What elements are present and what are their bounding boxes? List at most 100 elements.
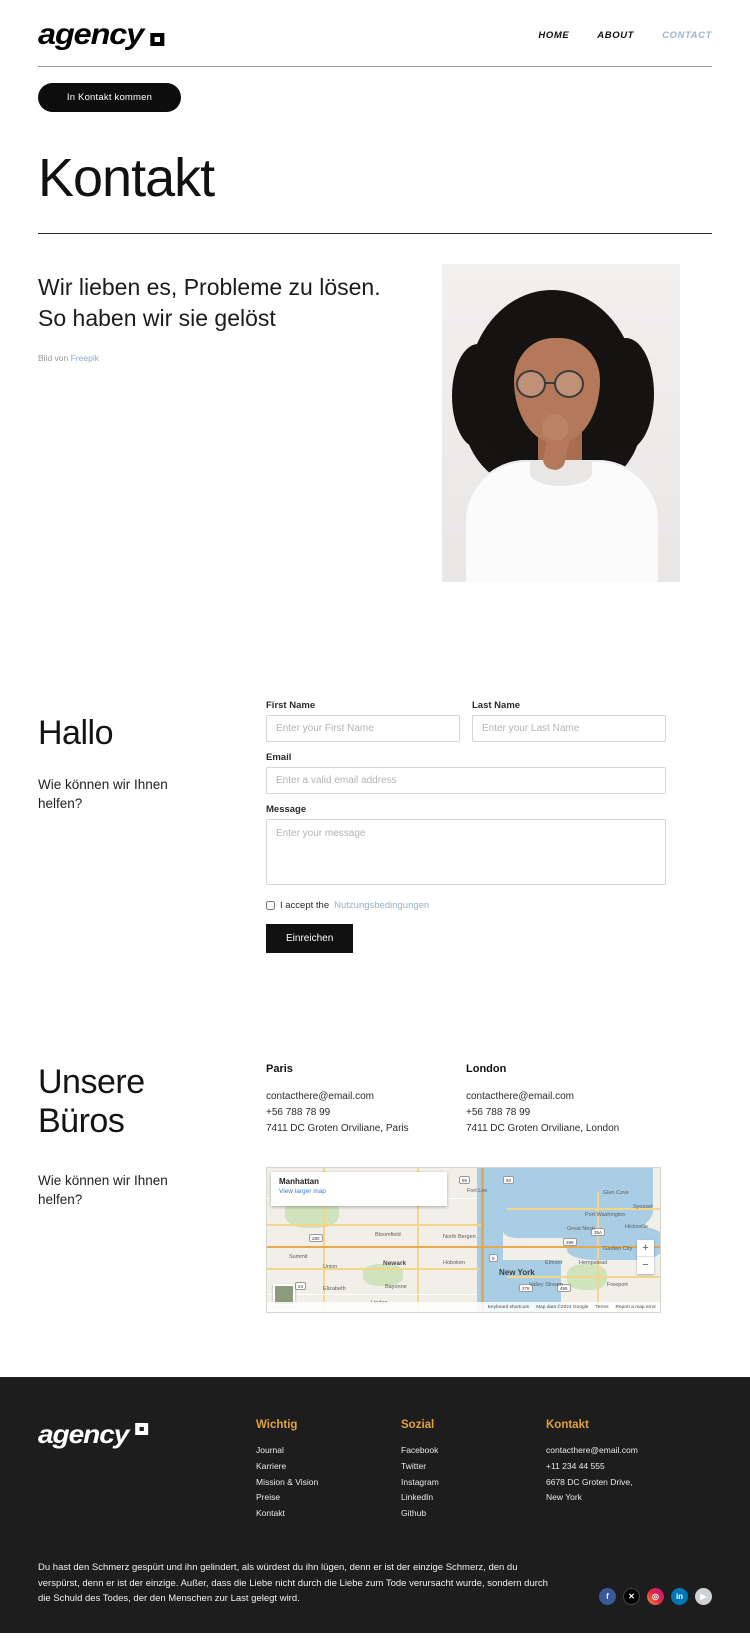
office-address: 7411 DC Groten Orviliane, London — [466, 1123, 620, 1135]
map-terms-link[interactable]: Terms — [595, 1305, 608, 1310]
offices-intro-block: Unsere Büros Wie können wir Ihnen helfen… — [38, 1063, 266, 1314]
freepik-link[interactable]: Freepik — [71, 353, 99, 363]
cta-row: In Kontakt kommen — [0, 67, 750, 112]
footer-column-title: Wichtig — [256, 1419, 298, 1432]
offices-content: Paris contacthere@email.com +56 788 78 9… — [266, 1063, 666, 1314]
map-zoom-controls: + − — [637, 1240, 654, 1275]
terms-acceptance-row: I accept the Nutzungsbedingungen — [266, 900, 666, 911]
footer-contact-address-line1: 6678 DC Groten Drive, — [546, 1476, 633, 1487]
office-london: London contacthere@email.com +56 788 78 … — [466, 1063, 666, 1138]
page-title-block: Kontakt — [0, 112, 750, 207]
map-label: North Bergen — [443, 1234, 476, 1241]
footer-logo-text: agency — [38, 1419, 129, 1450]
map-label: Glen Cove — [603, 1190, 629, 1197]
footer-link-karriere[interactable]: Karriere — [256, 1459, 401, 1475]
map-label: Great Neck — [567, 1226, 595, 1233]
map-attribution-bar: Keyboard shortcuts Map data ©2024 Google… — [267, 1302, 660, 1313]
footer-column-kontakt: Kontakt contacthere@email.com +11 234 44… — [546, 1419, 638, 1522]
email-label: Email — [266, 751, 292, 763]
map-label: Union — [323, 1264, 338, 1271]
message-label: Message — [266, 803, 307, 815]
footer-link-github[interactable]: Github — [401, 1506, 546, 1522]
office-phone[interactable]: +56 788 78 99 — [466, 1105, 666, 1121]
youtube-icon[interactable]: ▶ — [695, 1587, 712, 1605]
footer-contact-phone[interactable]: +11 234 44 555 — [546, 1459, 638, 1475]
offices-section: Unsere Büros Wie können wir Ihnen helfen… — [0, 953, 750, 1314]
footer-legal-text: Du hast den Schmerz gespürt und ihn geli… — [38, 1561, 548, 1605]
view-larger-map-link[interactable]: View larger map — [279, 1188, 439, 1195]
hero-portrait-image — [442, 263, 680, 582]
map-label: Hicksville — [625, 1224, 648, 1231]
map-report-error-link[interactable]: Report a map error — [615, 1305, 656, 1310]
map-label: Newark — [383, 1260, 407, 1268]
message-input[interactable] — [266, 818, 666, 885]
get-in-touch-button[interactable]: In Kontakt kommen — [38, 83, 181, 112]
terms-checkbox[interactable] — [266, 900, 275, 910]
contact-form-section: Hallo Wie können wir Ihnen helfen? First… — [0, 582, 750, 953]
google-map[interactable]: 280 24 95 93 278 495 295 35A 9 Bloomfiel… — [266, 1167, 661, 1314]
first-name-field: First Name — [266, 700, 460, 742]
map-zoom-out-button[interactable]: − — [637, 1257, 654, 1274]
offices-columns: Paris contacthere@email.com +56 788 78 9… — [266, 1063, 666, 1138]
instagram-icon[interactable]: ◎ — [647, 1587, 664, 1605]
map-info-card: Manhattan View larger map — [271, 1172, 447, 1207]
logo-square-icon — [150, 32, 165, 46]
terms-label: I accept the — [280, 899, 330, 911]
map-label: Elizabeth — [323, 1286, 346, 1293]
map-zoom-in-button[interactable]: + — [637, 1240, 654, 1258]
x-twitter-icon[interactable]: ✕ — [623, 1587, 640, 1605]
footer-top: agency Wichtig Journal Karriere Mission … — [38, 1419, 712, 1522]
office-phone[interactable]: +56 788 78 99 — [266, 1105, 466, 1121]
site-footer: agency Wichtig Journal Karriere Mission … — [0, 1377, 750, 1633]
footer-brand-logo[interactable]: agency — [38, 1419, 273, 1522]
footer-column-sozial: Sozial Facebook Twitter Instagram Linked… — [401, 1419, 546, 1522]
footer-column-title: Kontakt — [546, 1419, 589, 1432]
footer-link-twitter[interactable]: Twitter — [401, 1459, 546, 1475]
office-email[interactable]: contacthere@email.com — [266, 1089, 466, 1105]
map-label: New York — [499, 1268, 535, 1278]
office-email[interactable]: contacthere@email.com — [466, 1089, 666, 1105]
footer-link-instagram[interactable]: Instagram — [401, 1475, 546, 1491]
email-input[interactable] — [266, 766, 666, 794]
nav-item-home[interactable]: HOME — [538, 30, 569, 41]
offices-heading: Unsere Büros — [38, 1062, 145, 1140]
linkedin-icon[interactable]: in — [671, 1587, 688, 1605]
footer-social-icons: f ✕ ◎ in ▶ — [599, 1587, 712, 1607]
last-name-input[interactable] — [472, 714, 666, 742]
site-header: agency HOME ABOUT CONTACT — [0, 0, 750, 52]
map-label: Fort Lee — [467, 1188, 488, 1195]
office-city: London — [466, 1062, 507, 1075]
first-name-input[interactable] — [266, 714, 460, 742]
footer-link-journal[interactable]: Journal — [256, 1443, 401, 1459]
submit-button[interactable]: Einreichen — [266, 923, 354, 953]
terms-link[interactable]: Nutzungsbedingungen — [334, 900, 429, 911]
image-credit: Bild von Freepik — [38, 353, 410, 363]
office-city: Paris — [266, 1062, 293, 1075]
map-label: Bloomfield — [375, 1232, 401, 1239]
footer-link-preise[interactable]: Preise — [256, 1490, 401, 1506]
brand-logo-text: agency — [38, 18, 144, 51]
nav-item-about[interactable]: ABOUT — [597, 30, 634, 41]
first-name-label: First Name — [266, 699, 316, 711]
map-label: Valley Stream — [529, 1282, 563, 1289]
facebook-icon[interactable]: f — [599, 1587, 616, 1605]
office-paris: Paris contacthere@email.com +56 788 78 9… — [266, 1063, 466, 1138]
footer-column-wichtig: Wichtig Journal Karriere Mission & Visio… — [256, 1419, 401, 1522]
map-label: Freeport — [607, 1282, 628, 1289]
map-place-title: Manhattan — [279, 1177, 319, 1187]
map-label: Port Washington — [585, 1212, 626, 1219]
footer-contact-email[interactable]: contacthere@email.com — [546, 1443, 638, 1459]
name-row: First Name Last Name — [266, 700, 666, 752]
form-heading: Hallo — [38, 713, 113, 752]
form-intro-block: Hallo Wie können wir Ihnen helfen? — [38, 700, 266, 953]
message-field: Message — [266, 804, 666, 890]
map-keyboard-shortcuts[interactable]: Keyboard shortcuts — [488, 1305, 529, 1310]
contact-form: First Name Last Name Email Message I acc… — [266, 700, 666, 953]
footer-link-kontakt[interactable]: Kontakt — [256, 1506, 401, 1522]
brand-logo[interactable]: agency — [38, 18, 165, 52]
footer-link-mission-vision[interactable]: Mission & Vision — [256, 1475, 401, 1491]
footer-link-facebook[interactable]: Facebook — [401, 1443, 546, 1459]
footer-link-linkedin[interactable]: LinkedIn — [401, 1490, 546, 1506]
nav-item-contact[interactable]: CONTACT — [662, 30, 712, 41]
intro-section: Wir lieben es, Probleme zu lösen. So hab… — [0, 234, 750, 582]
